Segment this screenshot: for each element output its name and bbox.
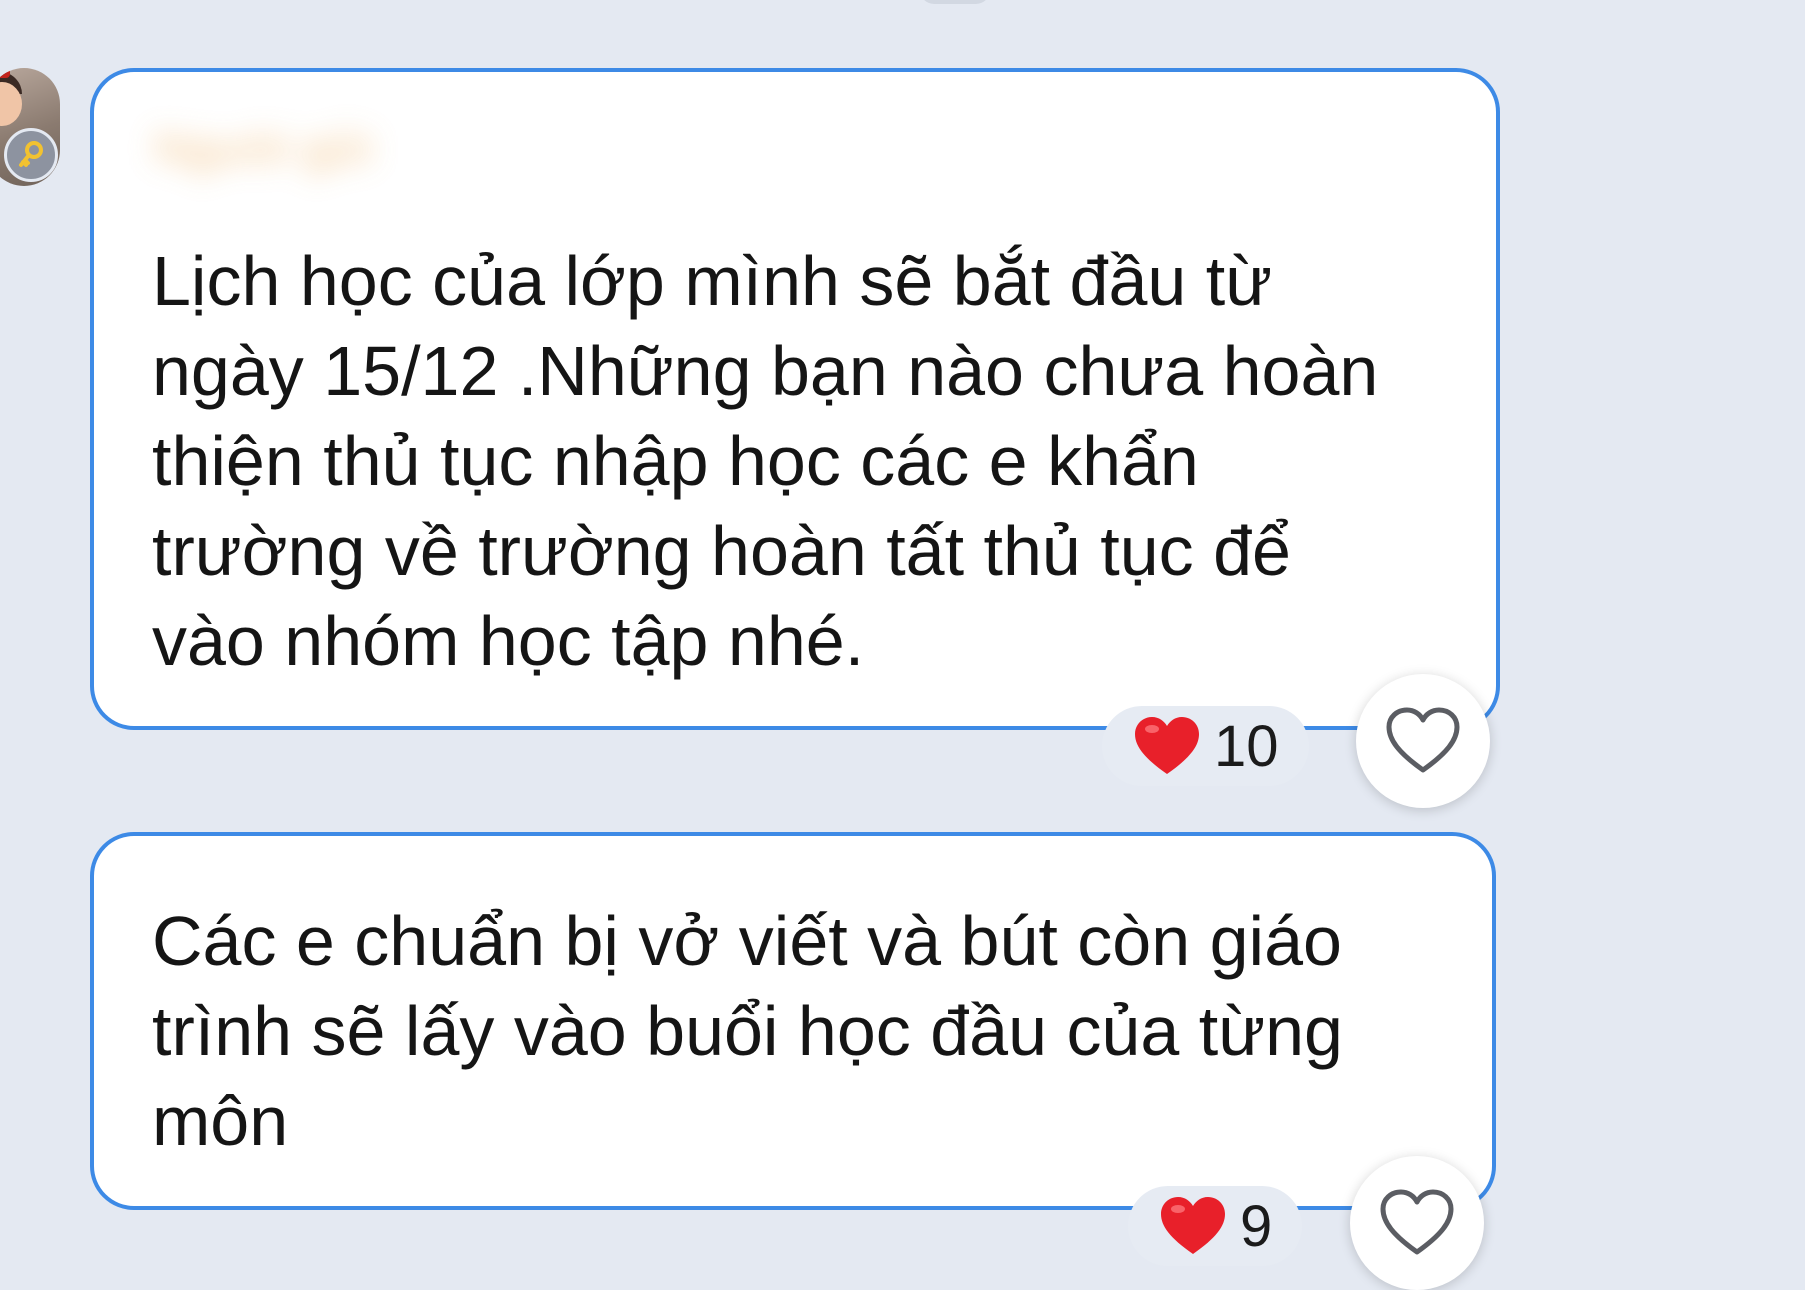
like-button[interactable] <box>1350 1156 1484 1290</box>
heart-outline-icon <box>1386 707 1460 773</box>
message-bubble[interactable]: Người gửi Lịch học của lớp mình sẽ bắt đ… <box>90 68 1500 730</box>
key-icon <box>19 141 43 167</box>
sender-name-blurred: Người gửi <box>154 123 373 176</box>
message-text: Các e chuẩn bị vở viết và bút còn giáo t… <box>152 902 1343 1160</box>
red-heart-icon <box>1135 717 1199 774</box>
avatar-bow <box>0 68 10 78</box>
reaction-summary[interactable]: 9 <box>1128 1186 1303 1266</box>
reaction-count: 9 <box>1240 1193 1273 1259</box>
heart-outline-icon <box>1380 1189 1454 1255</box>
message-bubble[interactable]: Các e chuẩn bị vở viết và bút còn giáo t… <box>90 832 1496 1210</box>
like-button[interactable] <box>1356 674 1490 808</box>
key-badge <box>4 128 58 182</box>
message-text: Lịch học của lớp mình sẽ bắt đầu từ ngày… <box>152 242 1379 680</box>
red-heart-icon <box>1161 1197 1225 1254</box>
reaction-count: 10 <box>1214 713 1279 779</box>
reaction-summary[interactable]: 10 <box>1102 706 1309 786</box>
scroll-nub <box>920 0 990 4</box>
